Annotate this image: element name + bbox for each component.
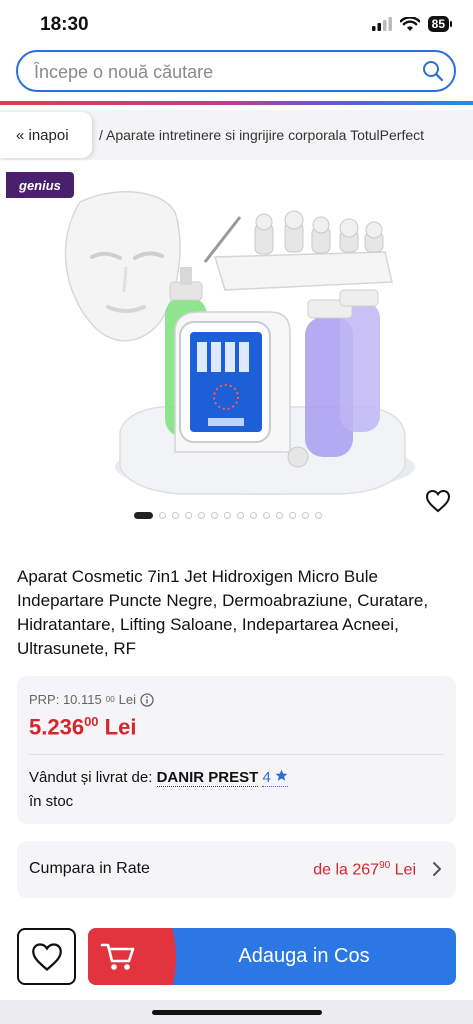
gallery-dot[interactable] <box>185 512 192 519</box>
search-input[interactable] <box>34 62 414 83</box>
divider <box>29 754 444 755</box>
price-decimals: 00 <box>84 714 99 729</box>
gallery-dot[interactable] <box>211 512 218 519</box>
gallery-dot[interactable] <box>250 512 257 519</box>
rrp-value: PRP: 10.115 <box>29 692 102 707</box>
wifi-icon <box>399 16 420 31</box>
gallery-dot[interactable] <box>302 512 309 519</box>
home-indicator <box>152 1010 322 1015</box>
gallery-dot[interactable] <box>159 512 166 519</box>
gallery-dot[interactable] <box>237 512 244 519</box>
gallery-pagination[interactable] <box>134 512 322 519</box>
gallery-dot[interactable] <box>198 512 205 519</box>
seller-rating[interactable]: 4 <box>262 769 288 787</box>
gallery-dot[interactable] <box>172 512 179 519</box>
stock-status: în stoc <box>29 793 74 810</box>
seller-name-link[interactable]: DANIR PREST <box>156 769 259 787</box>
heart-icon <box>31 942 62 971</box>
brand-gradient-divider <box>0 101 473 105</box>
wishlist-heart-icon[interactable] <box>425 489 451 513</box>
seller-info: Vândut și livrat de: DANIR PREST 4 <box>29 769 288 787</box>
gallery-dot[interactable] <box>263 512 270 519</box>
cellular-signal-icon <box>371 17 392 31</box>
product-gallery[interactable]: genius <box>0 162 473 532</box>
gallery-dot[interactable] <box>315 512 322 519</box>
chevron-right-icon <box>433 862 441 876</box>
star-icon <box>275 769 288 781</box>
price-main: 5.236 <box>29 714 85 740</box>
rrp-currency: Lei <box>118 692 137 707</box>
shopping-cart-icon <box>100 943 135 970</box>
installments-currency: Lei <box>394 861 416 879</box>
status-time: 18:30 <box>40 14 89 35</box>
recommended-price: PRP: 10.115 00 Lei <box>29 692 154 707</box>
price-currency: Lei <box>104 714 137 740</box>
seller-label: Vândut și livrat de: <box>29 769 153 786</box>
status-icons: 85 <box>371 16 453 32</box>
installments-prefix: de la 267 <box>313 861 380 879</box>
rrp-decimals: 00 <box>105 695 115 704</box>
installments-row[interactable]: Cumpara in Rate de la 26790 Lei <box>17 841 456 898</box>
price-card: PRP: 10.115 00 Lei 5.23600 Lei Vândut și… <box>17 676 456 824</box>
installments-price: de la 26790 Lei <box>313 860 416 879</box>
gallery-dot[interactable] <box>289 512 296 519</box>
product-image[interactable] <box>40 182 420 502</box>
installments-decimals: 90 <box>379 860 391 871</box>
add-to-cart-button[interactable]: Adauga in Cos <box>88 928 456 985</box>
add-to-favorites-button[interactable] <box>17 928 76 985</box>
seller-rating-value: 4 <box>262 769 271 786</box>
add-to-cart-label: Adauga in Cos <box>238 945 370 967</box>
gallery-dot[interactable] <box>224 512 231 519</box>
installments-label: Cumpara in Rate <box>29 860 150 877</box>
search-bar[interactable] <box>16 50 456 92</box>
breadcrumb-bar: « inapoi / Aparate intretinere si ingrij… <box>0 110 473 160</box>
current-price: 5.23600 Lei <box>29 714 136 740</box>
gallery-dot[interactable] <box>134 512 153 519</box>
battery-indicator: 85 <box>427 16 453 32</box>
search-icon[interactable] <box>422 60 444 82</box>
gallery-dot[interactable] <box>276 512 283 519</box>
status-bar: 18:30 85 <box>0 0 473 48</box>
breadcrumb[interactable]: / Aparate intretinere si ingrijire corpo… <box>99 127 424 143</box>
led-mask-illustration <box>64 191 181 342</box>
info-icon[interactable] <box>140 692 154 707</box>
product-title: Aparat Cosmetic 7in1 Jet Hidroxigen Micr… <box>17 567 429 658</box>
back-link[interactable]: « inapoi <box>0 112 92 158</box>
